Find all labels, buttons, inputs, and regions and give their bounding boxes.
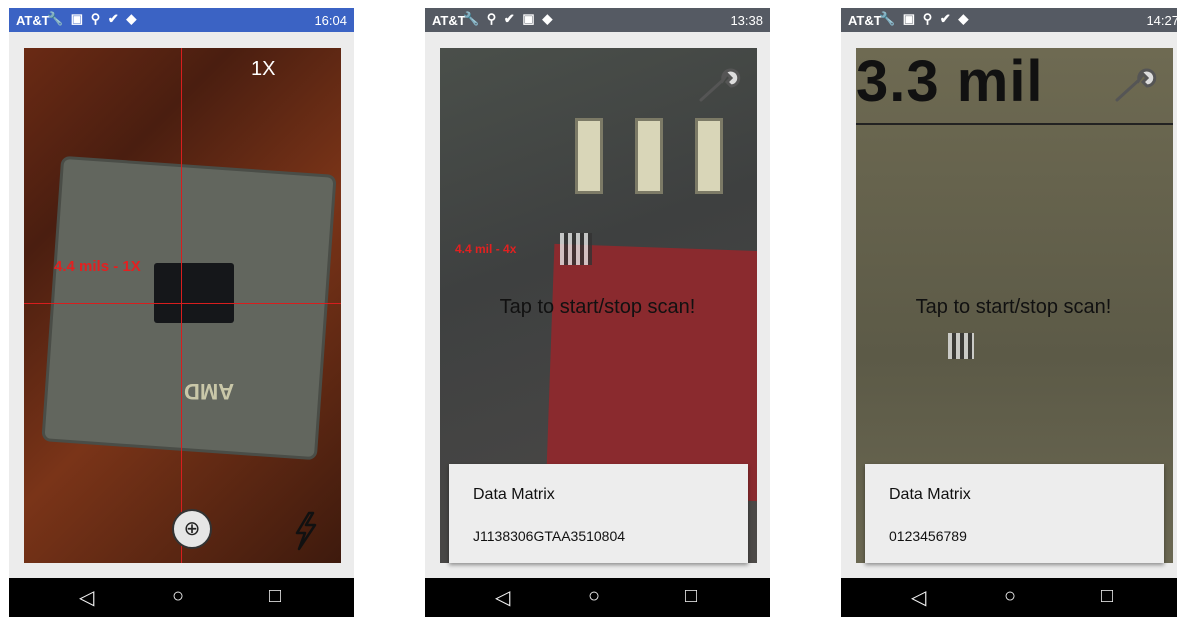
phone-screen-1: AT&T 🔧 ▣ ⚲ ✔ ◆ 16:04 AMD 4.4 mils - 1X 1… xyxy=(9,8,354,617)
back-icon[interactable]: ◁ xyxy=(79,585,94,610)
pad xyxy=(575,118,603,194)
recents-icon[interactable]: □ xyxy=(1101,585,1113,608)
carrier-label: AT&T xyxy=(16,13,50,28)
scan-result-card: Data Matrix J1138306GTAA3510804 xyxy=(449,464,748,563)
back-icon[interactable]: ◁ xyxy=(911,585,926,610)
notification-icons: 🔧 ▣ ⚲ ✔ ◆ xyxy=(47,11,139,26)
pad xyxy=(635,118,663,194)
status-bar: AT&T 🔧 ⚲ ✔ ▣ ◆ 13:38 xyxy=(425,8,770,32)
zoom-in-button[interactable]: ⊕ xyxy=(172,509,212,549)
phone-screen-3: AT&T 🔧 ▣ ⚲ ✔ ◆ 14:27 3.3 mil Tap to star… xyxy=(841,8,1177,617)
status-bar: AT&T 🔧 ▣ ⚲ ✔ ◆ 14:27 xyxy=(841,8,1177,32)
back-icon[interactable]: ◁ xyxy=(495,585,510,610)
status-time: 13:38 xyxy=(730,13,763,28)
measurement-label: 4.4 mils - 1X xyxy=(54,258,141,275)
result-value: 0123456789 xyxy=(889,528,967,544)
data-matrix-code xyxy=(948,333,974,359)
notification-icons: 🔧 ⚲ ✔ ▣ ◆ xyxy=(463,11,555,26)
camera-viewfinder[interactable]: AMD xyxy=(24,48,341,563)
divider-line xyxy=(856,123,1173,125)
recents-icon[interactable]: □ xyxy=(269,585,281,608)
notification-icons: 🔧 ▣ ⚲ ✔ ◆ xyxy=(879,11,971,26)
phone-screen-2: AT&T 🔧 ⚲ ✔ ▣ ◆ 13:38 4.4 mil - 4x Tap to… xyxy=(425,8,770,617)
pad xyxy=(695,118,723,194)
chip-label: AMD xyxy=(184,379,235,404)
navigation-bar: ◁ ○ □ xyxy=(841,578,1177,617)
scan-hint[interactable]: Tap to start/stop scan! xyxy=(841,296,1177,319)
result-value: J1138306GTAA3510804 xyxy=(473,528,626,544)
flash-icon[interactable] xyxy=(291,511,319,551)
cpu-die xyxy=(154,263,234,323)
crosshair-vertical xyxy=(181,48,182,563)
settings-wrench-icon[interactable] xyxy=(693,66,743,106)
overlay-text: 3.3 mil xyxy=(856,49,1044,114)
data-matrix-code xyxy=(560,233,592,265)
carrier-label: AT&T xyxy=(848,13,882,28)
status-bar: AT&T 🔧 ▣ ⚲ ✔ ◆ 16:04 xyxy=(9,8,354,32)
home-icon[interactable]: ○ xyxy=(172,585,184,608)
status-time: 16:04 xyxy=(314,13,347,28)
recents-icon[interactable]: □ xyxy=(685,585,697,608)
measurement-label: 4.4 mil - 4x xyxy=(455,242,517,256)
scan-result-card: Data Matrix 0123456789 xyxy=(865,464,1164,563)
navigation-bar: ◁ ○ □ xyxy=(9,578,354,617)
result-type: Data Matrix xyxy=(889,486,971,503)
zoom-label: 1X xyxy=(251,58,276,80)
home-icon[interactable]: ○ xyxy=(588,585,600,608)
navigation-bar: ◁ ○ □ xyxy=(425,578,770,617)
status-time: 14:27 xyxy=(1146,13,1177,28)
home-icon[interactable]: ○ xyxy=(1004,585,1016,608)
result-type: Data Matrix xyxy=(473,486,555,503)
scan-hint[interactable]: Tap to start/stop scan! xyxy=(425,296,770,319)
zoom-in-icon: ⊕ xyxy=(183,518,201,540)
chip-pads xyxy=(575,108,740,198)
crosshair-horizontal xyxy=(24,303,341,304)
carrier-label: AT&T xyxy=(432,13,466,28)
settings-wrench-icon[interactable] xyxy=(1109,66,1159,106)
